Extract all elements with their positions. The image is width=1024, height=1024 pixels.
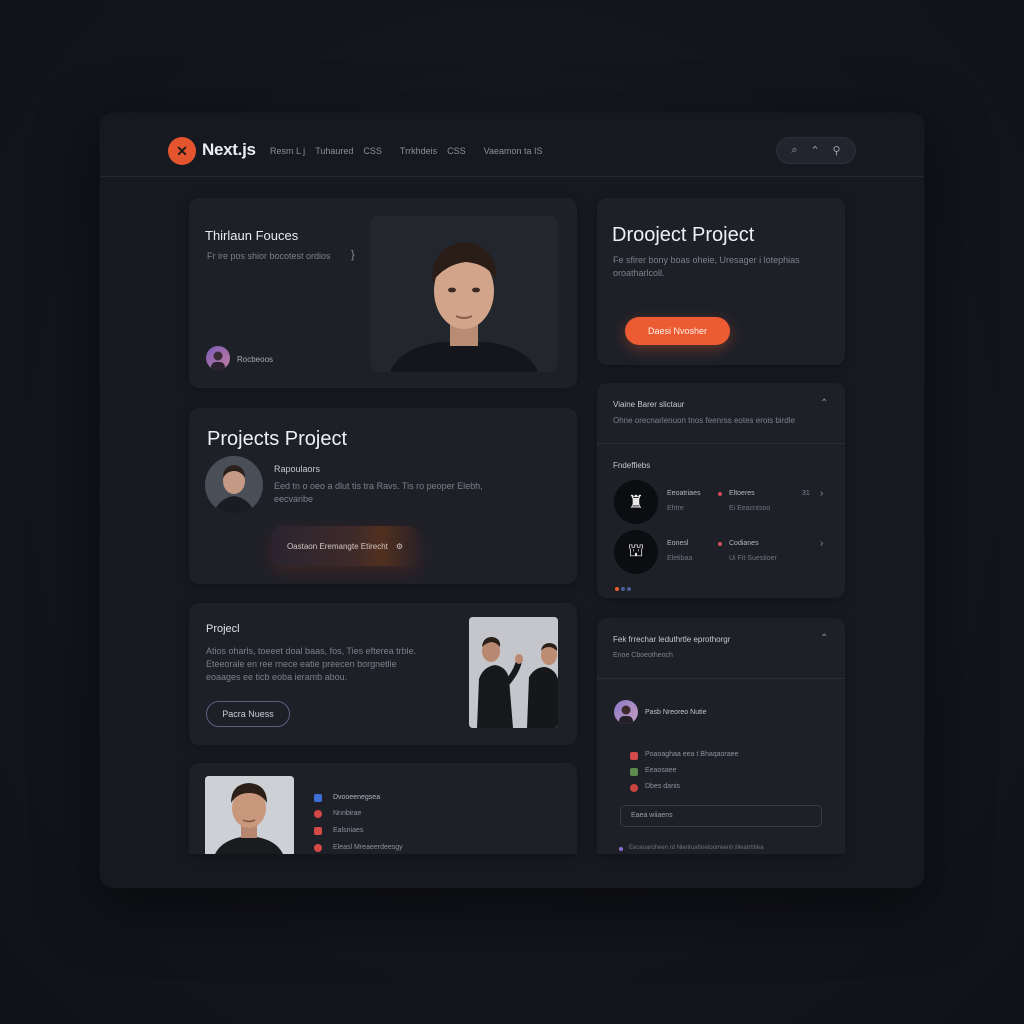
nav-item-5[interactable]: CSS: [447, 146, 466, 156]
profile-portrait-image: [205, 776, 294, 854]
settings-row-2-d: Ui Fit Suestioer: [729, 555, 777, 562]
hero-portrait-image: [370, 216, 558, 372]
projects-card-text: Eed tn o oeo a dlut tis tra Ravs. Tis ro…: [274, 481, 483, 504]
feed-input-field[interactable]: Eaea wiiaens: [620, 805, 822, 827]
search-icon[interactable]: ⌕: [791, 144, 797, 157]
collapse-chevron-icon[interactable]: ⌃: [820, 398, 828, 409]
video-icon: [314, 827, 322, 835]
feed-subtitle: Enoe Cboeotheoch: [613, 652, 673, 659]
project-card-title: Drooject Project: [612, 224, 755, 246]
circle-icon: [314, 810, 322, 818]
settings-row-2-a: Eonesl: [667, 540, 689, 547]
record-icon: [314, 844, 322, 852]
settings-subtitle: Ohne orecnarlenuon tnos feenrss eotes er…: [613, 416, 795, 425]
settings-section-label: Fndeffiebs: [613, 461, 651, 470]
top-navbar: ✕ Next.js Resm L j Tuhaured CSS Trrkhdei…: [100, 113, 924, 177]
settings-row-2-b: Codianes: [729, 540, 759, 547]
feed-title: Fek frrechar leduthrtle eprothorgr: [613, 635, 731, 644]
project-small-button[interactable]: Pacra Nuess: [206, 701, 290, 727]
record-icon: [630, 784, 638, 792]
leaf-icon: [630, 768, 638, 776]
team-photo-image: [469, 617, 558, 728]
app-window: ✕ Next.js Resm L j Tuhaured CSS Trrkhdei…: [100, 113, 924, 888]
projects-card: Projects Project Rapoulaors Eed tn o oeo…: [189, 408, 577, 584]
nav-item-1[interactable]: Resm L j: [270, 146, 305, 156]
profile-list-item-1[interactable]: Dvooeenegsea: [333, 794, 380, 801]
profile-list-item-4[interactable]: Eleasl Mreaeerdeesgy: [333, 844, 403, 851]
user-icon[interactable]: ⚲: [833, 144, 841, 157]
feed-row-2[interactable]: Eeaosaee: [645, 767, 677, 774]
grid-icon: [314, 794, 322, 802]
feed-footer: Eeceoaroheen rd Nieriruahnetoorreenh Mea…: [629, 845, 764, 851]
nav-item-2[interactable]: Tuhaured: [315, 146, 353, 156]
hero-arrow-icon[interactable]: }: [351, 249, 355, 261]
bullet-icon: [619, 847, 623, 851]
pager-dot[interactable]: [627, 587, 631, 591]
project-small-card: Projecl Atios oharls, toeeet doal baas, …: [189, 603, 577, 745]
collapse-chevron-icon[interactable]: ⌃: [820, 633, 828, 644]
settings-row-2-c: Eletibaa: [667, 555, 693, 562]
projects-avatar[interactable]: [205, 456, 263, 514]
search-toolbar[interactable]: ⌕ ⌃ ⚲: [776, 137, 856, 164]
settings-row-1-a: Eeoatriaes: [667, 490, 701, 497]
pager-dot[interactable]: [621, 587, 625, 591]
nav-item-6[interactable]: Vaeamon ta IS: [484, 146, 543, 156]
divider: [597, 443, 845, 444]
main-nav: Resm L j Tuhaured CSS Trrkhdeis CSS Vaea…: [270, 146, 542, 156]
basket-icon: ⛫: [614, 530, 658, 574]
status-dot: [718, 542, 722, 546]
projects-action-button[interactable]: Oastaon Eremangte Etirecht ⚙: [272, 526, 418, 566]
hero-text: Fr ire pos shior bocotest ordios: [207, 251, 331, 261]
settings-title: Viaine Barer slictaur: [613, 400, 685, 409]
feed-row-3[interactable]: Dbes danis: [645, 783, 680, 790]
projects-action-label: Oastaon Eremangte Etirecht: [286, 541, 388, 551]
projects-user-name: Rapoulaors: [274, 464, 321, 474]
settings-row-1-num: 31: [802, 490, 810, 497]
settings-row-1-d: Ei Eeacntsoo: [729, 505, 771, 512]
nav-item-4[interactable]: Trrkhdeis: [400, 146, 437, 156]
feed-user-name: Pasb Nreoreo Nutie: [645, 709, 707, 716]
pager-dot-active[interactable]: [615, 587, 619, 591]
alert-icon: [630, 752, 638, 760]
project-small-title: Projecl: [206, 623, 240, 635]
settings-row-1-c: Ehtre: [667, 505, 684, 512]
status-dot: [718, 492, 722, 496]
profile-list-item-3[interactable]: Ealsniaes: [333, 827, 363, 834]
settings-icon: ⚙: [395, 541, 404, 551]
hero-title: Thirlaun Fouces: [205, 228, 299, 243]
nextjs-logo-icon[interactable]: ✕: [168, 137, 196, 165]
bell-icon[interactable]: ⌃: [810, 144, 819, 157]
settings-row-1-b: Eltoeres: [729, 490, 755, 497]
hero-card: Thirlaun Fouces Fr ire pos shior bocotes…: [189, 198, 577, 388]
project-card: Drooject Project Fe sfirer bony boas ohe…: [597, 198, 845, 365]
feed-user-avatar[interactable]: [614, 700, 638, 724]
feed-row-1[interactable]: Poaoaghaa eea t Bhaqaoraee: [645, 751, 738, 758]
app-logo-text[interactable]: Next.js: [202, 140, 256, 160]
project-card-text: Fe sfirer bony boas oheie, Uresager i lo…: [613, 255, 800, 278]
nav-item-3[interactable]: CSS: [363, 146, 382, 156]
author-avatar[interactable]: [206, 346, 230, 370]
project-small-text: Atios oharls, toeeet doal baas, fos, Tie…: [206, 646, 417, 682]
projects-card-title: Projects Project: [207, 428, 348, 450]
profile-list-card: Dvooeenegsea ⌄ Nnnbirae ⌄ Ealsniaes Elea…: [189, 763, 577, 854]
row-chevron-right-icon[interactable]: ›: [820, 488, 823, 499]
feed-card: Fek frrechar leduthrtle eprothorgr ⌃ Eno…: [597, 618, 845, 854]
settings-card: Viaine Barer slictaur ⌃ Ohne orecnarlenu…: [597, 383, 845, 598]
divider: [597, 678, 845, 679]
project-primary-button[interactable]: Daesi Nvosher: [625, 317, 730, 345]
author-name: Rocbeoos: [237, 355, 274, 364]
cup-icon: ♜: [614, 480, 658, 524]
row-chevron-right-icon[interactable]: ›: [820, 538, 823, 549]
profile-list-item-2[interactable]: Nnnbirae: [333, 810, 361, 817]
